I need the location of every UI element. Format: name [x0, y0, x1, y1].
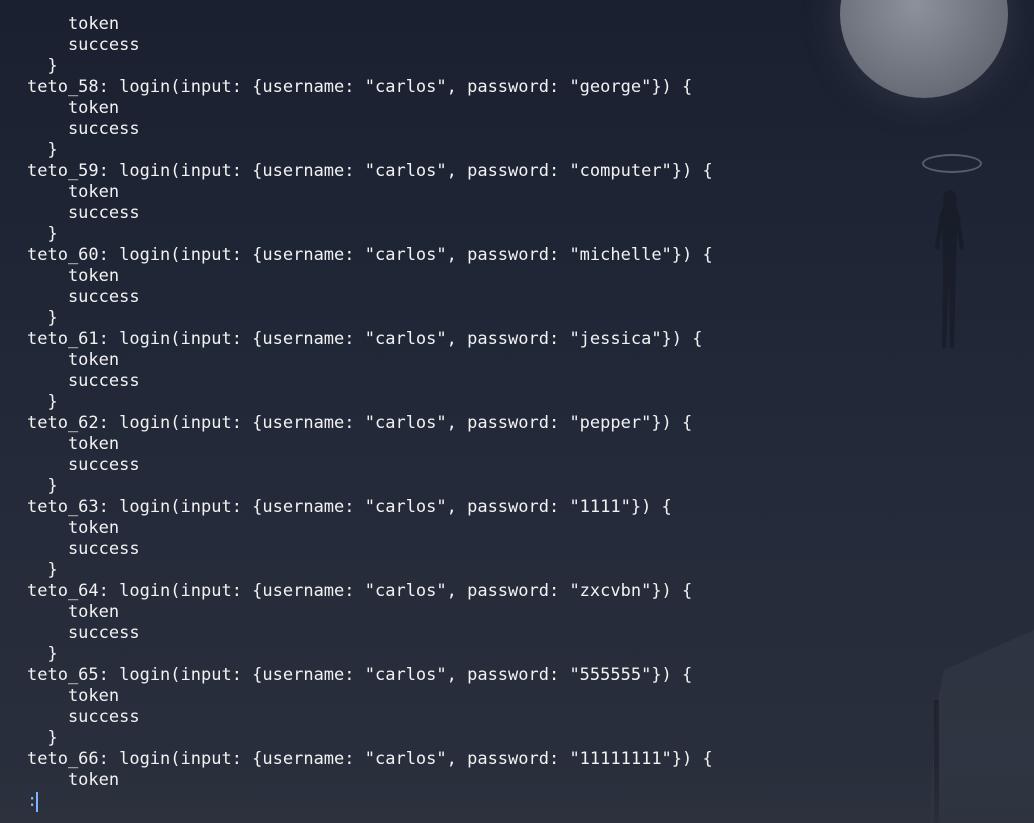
terminal-line: teto_60: login(input: {username: "carlos… — [27, 245, 713, 265]
terminal-line: token — [27, 686, 120, 706]
terminal-line: teto_64: login(input: {username: "carlos… — [27, 581, 693, 601]
terminal-line: token — [27, 266, 120, 286]
terminal-line: success — [27, 623, 140, 643]
terminal-line: } — [27, 644, 58, 664]
terminal-line: success — [27, 455, 140, 475]
terminal-line: success — [27, 35, 140, 55]
terminal-line: } — [27, 728, 58, 748]
terminal-line: token — [27, 350, 120, 370]
terminal-line: } — [27, 308, 58, 328]
terminal-line: } — [27, 560, 58, 580]
terminal-line: teto_63: login(input: {username: "carlos… — [27, 497, 672, 517]
terminal-line: teto_58: login(input: {username: "carlos… — [27, 77, 693, 97]
terminal-line: success — [27, 119, 140, 139]
terminal-line: success — [27, 203, 140, 223]
terminal-line: } — [27, 224, 58, 244]
terminal-line: teto_65: login(input: {username: "carlos… — [27, 665, 693, 685]
text-cursor — [36, 792, 38, 812]
terminal-line: teto_61: login(input: {username: "carlos… — [27, 329, 703, 349]
terminal-line: token — [27, 602, 120, 622]
terminal-window[interactable]: token success } teto_58: login(input: {us… — [0, 0, 1034, 823]
terminal-line: token — [27, 518, 120, 538]
terminal-line: } — [27, 56, 58, 76]
terminal-line: teto_62: login(input: {username: "carlos… — [27, 413, 693, 433]
terminal-line: token — [27, 98, 120, 118]
terminal-line: success — [27, 287, 140, 307]
terminal-line: success — [27, 371, 140, 391]
terminal-line: token — [27, 434, 120, 454]
terminal-line: token — [27, 14, 120, 34]
terminal-line: teto_66: login(input: {username: "carlos… — [27, 749, 713, 769]
terminal-line: token — [27, 770, 120, 790]
terminal-line: success — [27, 707, 140, 727]
terminal-line: token — [27, 182, 120, 202]
terminal-line: teto_59: login(input: {username: "carlos… — [27, 161, 713, 181]
terminal-line: success — [27, 539, 140, 559]
terminal-line: } — [27, 140, 58, 160]
terminal-line: } — [27, 392, 58, 412]
terminal-line: } — [27, 476, 58, 496]
